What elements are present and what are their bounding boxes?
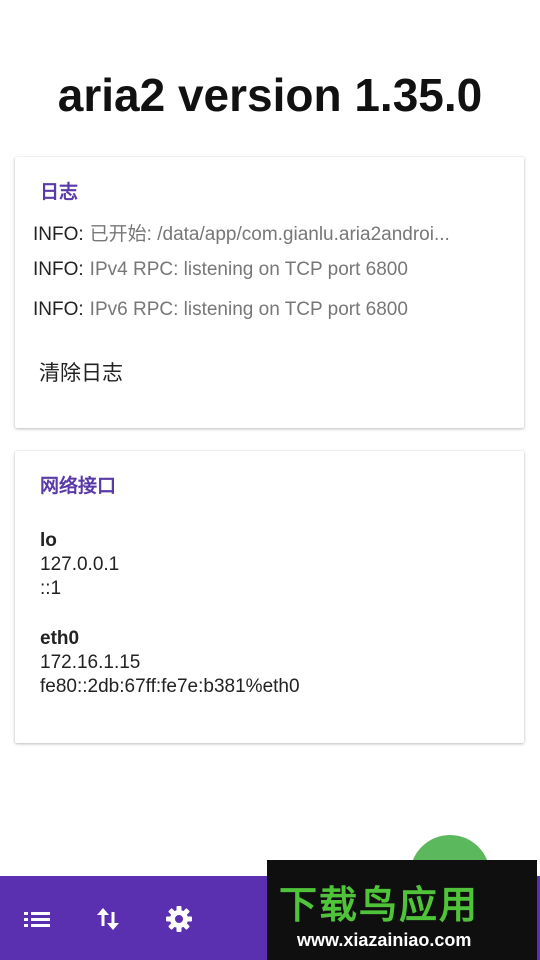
log-level: INFO: xyxy=(33,224,84,245)
log-card-title: 日志 xyxy=(40,181,79,203)
log-entry: INFO: IPv4 RPC: listening on TCP port 680… xyxy=(33,259,513,281)
log-level: INFO: xyxy=(33,299,84,320)
interface-address: 127.0.0.1 xyxy=(40,554,120,575)
log-entry: INFO: IPv6 RPC: listening on TCP port 680… xyxy=(33,299,513,321)
interface-lo: lo 127.0.0.1 ::1 xyxy=(40,529,119,601)
transfer-arrows-icon[interactable] xyxy=(93,904,123,934)
log-message: 已开始: /data/app/com.gianlu.aria2androi... xyxy=(89,224,450,245)
interface-name: lo xyxy=(40,530,57,551)
log-message: IPv4 RPC: listening on TCP port 6800 xyxy=(89,259,408,280)
log-message: IPv6 RPC: listening on TCP port 6800 xyxy=(89,299,408,320)
list-icon[interactable] xyxy=(22,904,52,934)
clear-log-button[interactable]: 清除日志 xyxy=(39,357,123,387)
interface-eth0: eth0 172.16.1.15 fe80::2db:67ff:fe7e:b38… xyxy=(40,627,300,699)
watermark-logo: 下载鸟应用 www.xiazainiao.com xyxy=(267,860,537,960)
settings-gear-icon[interactable] xyxy=(164,904,194,934)
network-card-title: 网络接口 xyxy=(40,475,117,497)
watermark-text: 下载鸟应用 xyxy=(279,883,480,927)
watermark-url: www.xiazainiao.com xyxy=(297,930,472,950)
interface-address: fe80::2db:67ff:fe7e:b381%eth0 xyxy=(40,676,300,697)
log-level: INFO: xyxy=(33,259,84,280)
log-entry: INFO: 已开始: /data/app/com.gianlu.aria2andr… xyxy=(33,219,513,246)
interface-address: 172.16.1.15 xyxy=(40,652,141,673)
interface-address: ::1 xyxy=(40,578,62,599)
log-card: 日志 INFO: 已开始: /data/app/com.gianlu.aria2a… xyxy=(15,157,524,428)
app-version-title: aria2 version 1.35.0 xyxy=(57,69,483,121)
interface-name: eth0 xyxy=(40,628,80,649)
network-interfaces-card: 网络接口 lo 127.0.0.1 ::1 eth0 172.16.1.15 f… xyxy=(15,451,524,743)
